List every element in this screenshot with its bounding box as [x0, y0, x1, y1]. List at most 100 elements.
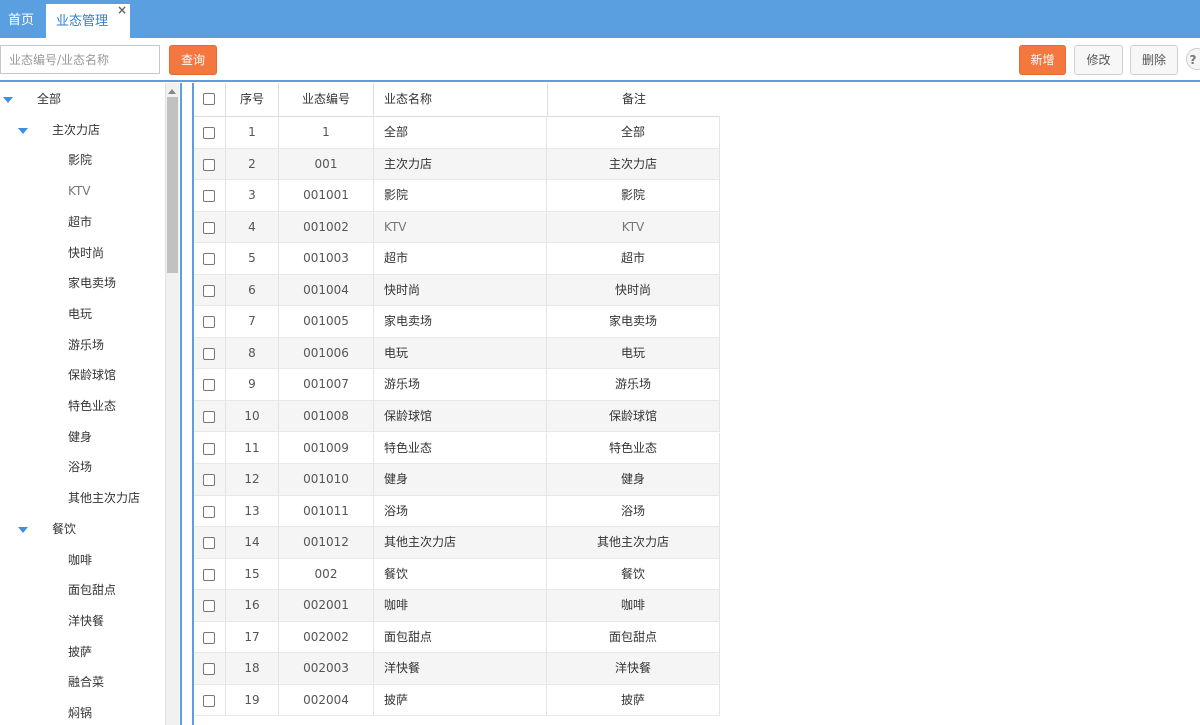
table-row[interactable]: 16 002001 咖啡 咖啡 — [194, 590, 720, 622]
table-row[interactable]: 5 001003 超市 超市 — [194, 243, 720, 275]
tree-node[interactable]: 咖啡 — [0, 545, 165, 575]
tree-node[interactable]: 焖锅 — [0, 698, 165, 725]
tree-node-label: 融合菜 — [68, 675, 105, 690]
tree-node[interactable]: 特色业态 — [0, 391, 165, 421]
close-icon[interactable]: × — [117, 3, 127, 17]
tree-node-expandable[interactable]: 餐饮 — [0, 514, 165, 544]
row-checkbox[interactable] — [203, 253, 215, 266]
tree-node-label: 游乐场 — [68, 337, 105, 352]
row-checkbox-cell — [194, 653, 226, 685]
tree-node[interactable]: 披萨 — [0, 637, 165, 667]
table-row[interactable]: 7 001005 家电卖场 家电卖场 — [194, 306, 720, 338]
row-checkbox[interactable] — [203, 379, 215, 392]
tree-scrollbar[interactable] — [165, 83, 179, 725]
row-checkbox[interactable] — [203, 568, 215, 581]
tree-node[interactable]: 融合菜 — [0, 667, 165, 697]
caret-down-icon[interactable] — [18, 127, 28, 134]
row-checkbox[interactable] — [203, 190, 215, 203]
tab-business-type-management[interactable]: 业态管理 × — [46, 3, 130, 38]
cell-index: 13 — [226, 495, 279, 527]
tree-node[interactable]: 快时尚 — [0, 238, 165, 268]
row-checkbox[interactable] — [203, 537, 215, 550]
row-checkbox-cell — [194, 148, 226, 180]
tree-node[interactable]: 健身 — [0, 422, 165, 452]
cell-note: KTV — [547, 211, 720, 243]
table-row[interactable]: 10 001008 保龄球馆 保龄球馆 — [194, 400, 720, 433]
row-checkbox[interactable] — [203, 663, 215, 676]
table-row[interactable]: 18 002003 洋快餐 洋快餐 — [194, 653, 720, 685]
cell-index: 6 — [226, 274, 279, 306]
row-checkbox[interactable] — [203, 284, 215, 297]
table-row[interactable]: 2 001 主次力店 主次力店 — [194, 148, 720, 181]
row-checkbox[interactable] — [203, 505, 215, 518]
header-name: 业态名称 — [384, 92, 433, 106]
select-all-checkbox[interactable] — [203, 93, 215, 105]
scroll-up-arrow-icon[interactable] — [168, 89, 176, 94]
table-row[interactable]: 12 001010 健身 健身 — [194, 464, 720, 496]
cell-note: 游乐场 — [547, 369, 720, 401]
table-row[interactable]: 13 001011 浴场 浴场 — [194, 495, 720, 528]
tree-node-expandable[interactable]: 主次力店 — [0, 115, 165, 145]
cell-note: 咖啡 — [547, 590, 720, 622]
scrollbar-thumb[interactable] — [167, 97, 178, 273]
row-checkbox[interactable] — [203, 221, 215, 234]
tree-node[interactable]: 洋快餐 — [0, 606, 165, 636]
tab-label: 业态管理 — [56, 14, 109, 29]
query-button[interactable]: 查询 — [169, 45, 217, 75]
cell-code: 001003 — [279, 243, 374, 275]
help-icon[interactable]: ? — [1186, 48, 1200, 70]
row-checkbox[interactable] — [203, 347, 215, 360]
cell-code: 001002 — [279, 211, 374, 243]
table-row[interactable]: 1 1 全部 全部 — [194, 117, 720, 149]
table-row[interactable]: 14 001012 其他主次力店 其他主次力店 — [194, 527, 720, 559]
table-row[interactable]: 11 001009 特色业态 特色业态 — [194, 432, 720, 464]
row-checkbox[interactable] — [203, 158, 215, 171]
row-checkbox-cell — [194, 495, 226, 527]
table-row[interactable]: 17 002002 面包甜点 面包甜点 — [194, 621, 720, 654]
tree-node-expandable[interactable]: 全部 — [0, 84, 165, 114]
tree-node[interactable]: 浴场 — [0, 452, 165, 482]
add-button[interactable]: 新增 — [1019, 45, 1066, 75]
tree-node[interactable]: 影院 — [0, 145, 165, 175]
tree-node-label: 影院 — [68, 153, 93, 168]
cell-code: 001004 — [279, 274, 374, 306]
cell-note: 家电卖场 — [547, 306, 720, 338]
caret-down-icon[interactable] — [3, 97, 13, 103]
cell-index: 18 — [226, 653, 279, 685]
caret-down-icon[interactable] — [18, 526, 28, 533]
cell-note: 披萨 — [547, 684, 720, 716]
tab-home[interactable]: 首页 — [0, 0, 42, 38]
edit-button[interactable]: 修改 — [1074, 45, 1123, 75]
tree-node[interactable]: 超市 — [0, 207, 165, 237]
row-checkbox[interactable] — [203, 442, 215, 455]
search-input[interactable] — [0, 45, 160, 74]
table-row[interactable]: 8 001006 电玩 电玩 — [194, 337, 720, 370]
row-checkbox[interactable] — [203, 410, 215, 423]
row-checkbox-cell — [194, 117, 226, 148]
row-checkbox[interactable] — [203, 631, 215, 644]
cell-index: 4 — [226, 211, 279, 243]
cell-note: 快时尚 — [547, 274, 720, 306]
table-row[interactable]: 3 001001 影院 影院 — [194, 180, 720, 212]
table-row[interactable]: 9 001007 游乐场 游乐场 — [194, 369, 720, 401]
table-row[interactable]: 6 001004 快时尚 快时尚 — [194, 274, 720, 307]
tree-node[interactable]: 家电卖场 — [0, 268, 165, 298]
delete-button[interactable]: 删除 — [1130, 45, 1178, 75]
table-row[interactable]: 4 001002 KTV KTV — [194, 211, 720, 244]
tree-node[interactable]: 面包甜点 — [0, 575, 165, 605]
tree-node[interactable]: 保龄球馆 — [0, 360, 165, 390]
tree-node[interactable]: 其他主次力店 — [0, 483, 165, 513]
table-row[interactable]: 19 002004 披萨 披萨 — [194, 684, 720, 717]
tree-node[interactable]: KTV — [0, 176, 165, 206]
panel-splitter[interactable] — [180, 83, 182, 725]
row-checkbox[interactable] — [203, 127, 215, 139]
cell-code: 001005 — [279, 306, 374, 338]
row-checkbox[interactable] — [203, 316, 215, 329]
row-checkbox[interactable] — [203, 474, 215, 487]
row-checkbox[interactable] — [203, 600, 215, 613]
tree-node[interactable]: 电玩 — [0, 299, 165, 329]
cell-code: 002004 — [279, 684, 374, 716]
table-row[interactable]: 15 002 餐饮 餐饮 — [194, 558, 720, 591]
tree-node[interactable]: 游乐场 — [0, 330, 165, 360]
row-checkbox[interactable] — [203, 694, 215, 707]
